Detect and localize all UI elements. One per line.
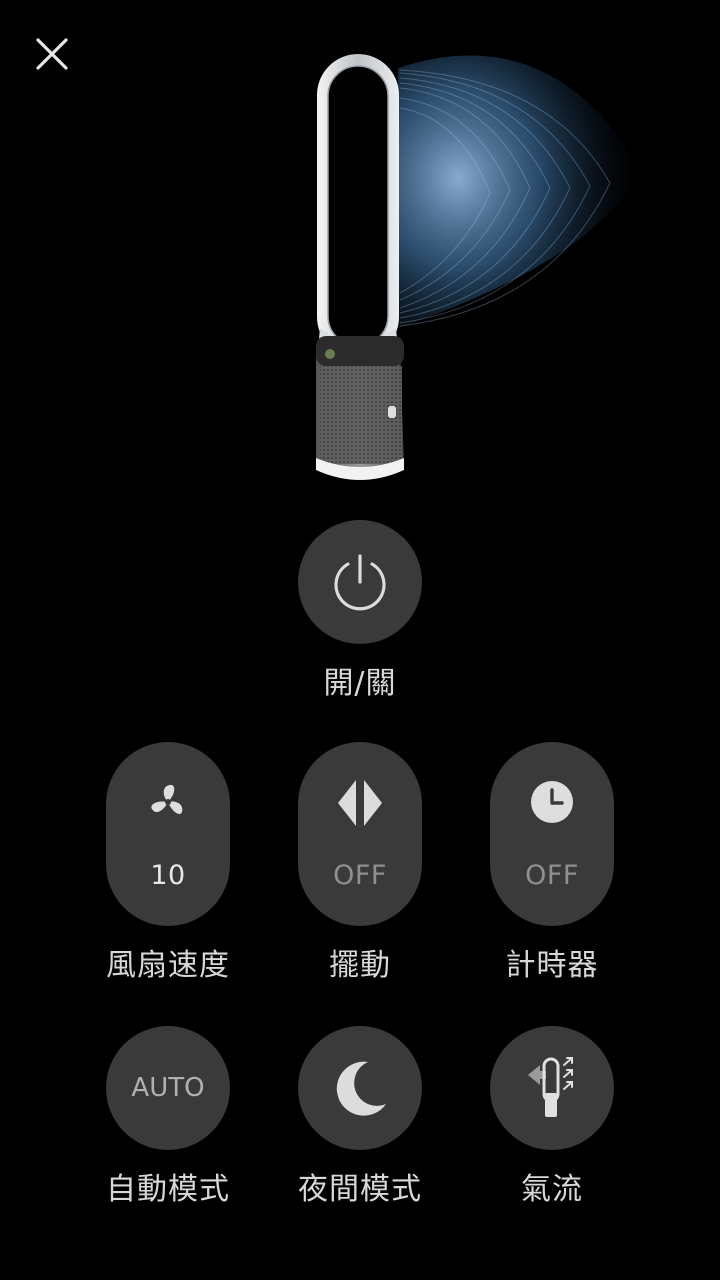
- airflow-button[interactable]: [490, 1026, 614, 1150]
- auto-mode-control: AUTO 自動模式: [106, 1026, 230, 1208]
- timer-button[interactable]: OFF: [490, 742, 614, 926]
- oscillation-icon: [338, 780, 382, 826]
- device-image: [290, 28, 660, 488]
- auto-mode-text: AUTO: [131, 1073, 205, 1103]
- fan-speed-label: 風扇速度: [106, 948, 230, 983]
- airflow-label: 氣流: [521, 1172, 583, 1207]
- timer-value: OFF: [525, 860, 579, 891]
- airflow-direction-icon: [528, 1057, 573, 1117]
- fan-icon: [151, 784, 183, 814]
- night-mode-label: 夜間模式: [298, 1172, 422, 1207]
- timer-label: 計時器: [505, 948, 599, 983]
- power-control: 開/關: [298, 520, 422, 702]
- fan-speed-button[interactable]: 10: [106, 742, 230, 926]
- timer-control: OFF 計時器: [490, 742, 614, 984]
- power-label: 開/關: [323, 666, 397, 701]
- fan-speed-control: 10 風扇速度: [106, 742, 230, 984]
- power-icon: [334, 554, 386, 611]
- clock-icon: [531, 781, 573, 823]
- close-icon: [36, 38, 68, 70]
- airflow-control: 氣流: [490, 1026, 614, 1208]
- night-mode-control: 夜間模式: [298, 1026, 422, 1208]
- auto-mode-button[interactable]: AUTO: [106, 1026, 230, 1150]
- oscillation-value: OFF: [333, 860, 387, 891]
- power-button[interactable]: [298, 520, 422, 644]
- moon-icon: [336, 1061, 386, 1116]
- oscillation-label: 擺動: [329, 948, 391, 983]
- fan-speed-value: 10: [150, 860, 186, 891]
- night-mode-button[interactable]: [298, 1026, 422, 1150]
- close-button[interactable]: [22, 24, 82, 84]
- oscillation-button[interactable]: OFF: [298, 742, 422, 926]
- oscillation-control: OFF 擺動: [298, 742, 422, 984]
- auto-mode-label: 自動模式: [106, 1172, 230, 1207]
